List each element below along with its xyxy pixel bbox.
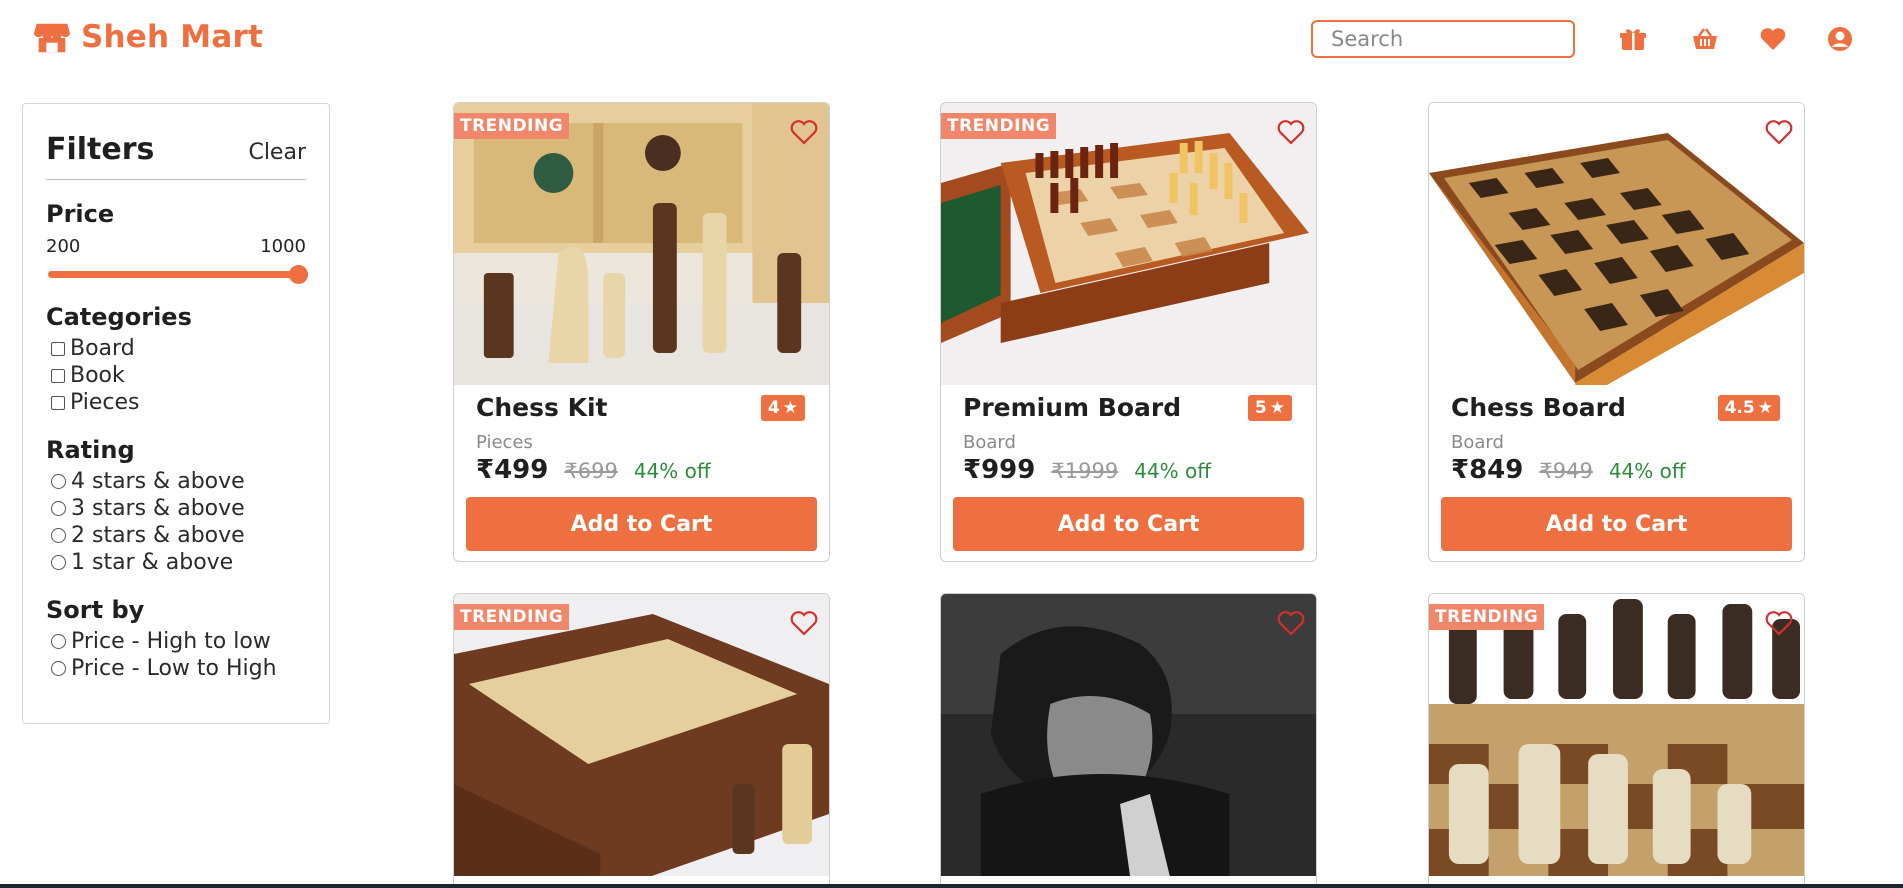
heart-icon[interactable] bbox=[1764, 117, 1794, 147]
product-discount: 44% off bbox=[1608, 459, 1686, 483]
rating-title: Rating bbox=[46, 436, 135, 464]
price-slider-track[interactable] bbox=[48, 271, 304, 278]
heart-icon[interactable] bbox=[789, 608, 819, 638]
gift-icon[interactable] bbox=[1618, 24, 1648, 54]
product-card[interactable]: Chess Board 4.5 ★ Board ₹849 ₹949 44% off… bbox=[1428, 102, 1805, 562]
product-discount: 44% off bbox=[1134, 459, 1212, 483]
radio[interactable] bbox=[51, 501, 66, 516]
product-mrp: ₹699 bbox=[564, 459, 618, 483]
product-discount: 44% off bbox=[633, 459, 711, 483]
radio[interactable] bbox=[51, 528, 66, 543]
product-card[interactable]: TRENDING bbox=[1428, 593, 1805, 888]
search-input[interactable] bbox=[1331, 27, 1599, 51]
rating-option-4[interactable]: 4 stars & above bbox=[46, 468, 306, 495]
chess-board-photo bbox=[1429, 103, 1804, 385]
store-icon bbox=[33, 23, 71, 53]
price-max-label: 1000 bbox=[260, 236, 306, 257]
price-slider-thumb[interactable] bbox=[289, 265, 308, 284]
product-image[interactable]: TRENDING bbox=[454, 594, 829, 876]
category-option-book[interactable]: Book bbox=[46, 362, 306, 389]
product-category: Board bbox=[963, 432, 1016, 453]
categories-title: Categories bbox=[46, 303, 192, 331]
radio[interactable] bbox=[51, 661, 66, 676]
price-min-label: 200 bbox=[46, 236, 81, 257]
trending-badge: TRENDING bbox=[454, 113, 570, 139]
product-category: Pieces bbox=[476, 432, 533, 453]
sort-option-low-high[interactable]: Price - Low to High bbox=[46, 655, 306, 682]
category-option-pieces[interactable]: Pieces bbox=[46, 389, 306, 416]
radio[interactable] bbox=[51, 474, 66, 489]
rating-option-3[interactable]: 3 stars & above bbox=[46, 495, 306, 522]
checkbox[interactable] bbox=[51, 341, 65, 356]
search-box[interactable] bbox=[1311, 20, 1599, 58]
star-icon: ★ bbox=[782, 397, 798, 418]
heart-icon[interactable] bbox=[1276, 608, 1306, 638]
price-slider[interactable] bbox=[46, 263, 308, 284]
product-mrp: ₹949 bbox=[1539, 459, 1593, 483]
checkbox[interactable] bbox=[51, 395, 65, 410]
clear-filters-button[interactable]: Clear bbox=[248, 140, 306, 165]
product-image[interactable] bbox=[941, 594, 1316, 876]
rating-option-1[interactable]: 1 star & above bbox=[46, 549, 306, 576]
product-image[interactable]: TRENDING bbox=[941, 103, 1316, 385]
add-to-cart-button[interactable]: Add to Cart bbox=[1441, 497, 1792, 551]
star-icon: ★ bbox=[1757, 397, 1773, 418]
trending-badge: TRENDING bbox=[1429, 604, 1545, 630]
rating-badge: 4 ★ bbox=[760, 394, 805, 421]
product-mrp: ₹1999 bbox=[1051, 459, 1119, 483]
user-icon[interactable] bbox=[1825, 24, 1855, 54]
product-name[interactable]: Premium Board bbox=[963, 393, 1181, 422]
wishlist-heart-icon[interactable] bbox=[1758, 24, 1788, 54]
product-card[interactable]: TRENDING Chess Kit 4 ★ Pieces ₹499 ₹699 4… bbox=[453, 102, 830, 562]
product-image[interactable]: TRENDING bbox=[1429, 594, 1804, 876]
taskbar-edge bbox=[0, 884, 1903, 888]
brand-name: Sheh Mart bbox=[81, 19, 263, 55]
product-price: ₹849 bbox=[1451, 455, 1524, 485]
add-to-cart-button[interactable]: Add to Cart bbox=[953, 497, 1304, 551]
heart-icon[interactable] bbox=[1764, 608, 1794, 638]
product-price: ₹499 bbox=[476, 455, 549, 485]
product-image[interactable]: TRENDING bbox=[454, 103, 829, 385]
sort-option-high-low[interactable]: Price - High to low bbox=[46, 628, 306, 655]
rating-option-2[interactable]: 2 stars & above bbox=[46, 522, 306, 549]
radio[interactable] bbox=[51, 555, 66, 570]
rating-badge: 4.5 ★ bbox=[1717, 394, 1780, 421]
add-to-cart-button[interactable]: Add to Cart bbox=[466, 497, 817, 551]
radio[interactable] bbox=[51, 634, 66, 649]
trending-badge: TRENDING bbox=[454, 604, 570, 630]
product-image[interactable] bbox=[1429, 103, 1804, 385]
filters-title: Filters bbox=[46, 132, 155, 167]
brand-logo[interactable]: Sheh Mart bbox=[33, 18, 263, 56]
chess-player-photo bbox=[941, 594, 1316, 876]
sort-title: Sort by bbox=[46, 596, 145, 624]
product-card[interactable]: TRENDING bbox=[453, 593, 830, 888]
product-category: Board bbox=[1451, 432, 1504, 453]
product-price: ₹999 bbox=[963, 455, 1036, 485]
heart-icon[interactable] bbox=[1276, 117, 1306, 147]
lewis-chessmen-photo bbox=[1429, 594, 1804, 876]
wooden-case-photo bbox=[454, 594, 829, 876]
product-name[interactable]: Chess Board bbox=[1451, 393, 1626, 422]
chess-kit-photo bbox=[454, 103, 829, 385]
price-title: Price bbox=[46, 200, 115, 228]
heart-icon[interactable] bbox=[789, 117, 819, 147]
product-card[interactable]: TRENDING Premium Board 5 ★ Board ₹999 ₹19… bbox=[940, 102, 1317, 562]
checkbox[interactable] bbox=[51, 368, 65, 383]
filters-panel: Filters Clear Price 200 1000 Categories … bbox=[22, 103, 330, 724]
premium-board-photo bbox=[941, 103, 1316, 385]
star-icon: ★ bbox=[1269, 397, 1285, 418]
category-option-board[interactable]: Board bbox=[46, 335, 306, 362]
basket-icon[interactable] bbox=[1690, 24, 1720, 54]
product-name[interactable]: Chess Kit bbox=[476, 393, 607, 422]
rating-badge: 5 ★ bbox=[1247, 394, 1292, 421]
product-card[interactable] bbox=[940, 593, 1317, 888]
trending-badge: TRENDING bbox=[941, 113, 1057, 139]
